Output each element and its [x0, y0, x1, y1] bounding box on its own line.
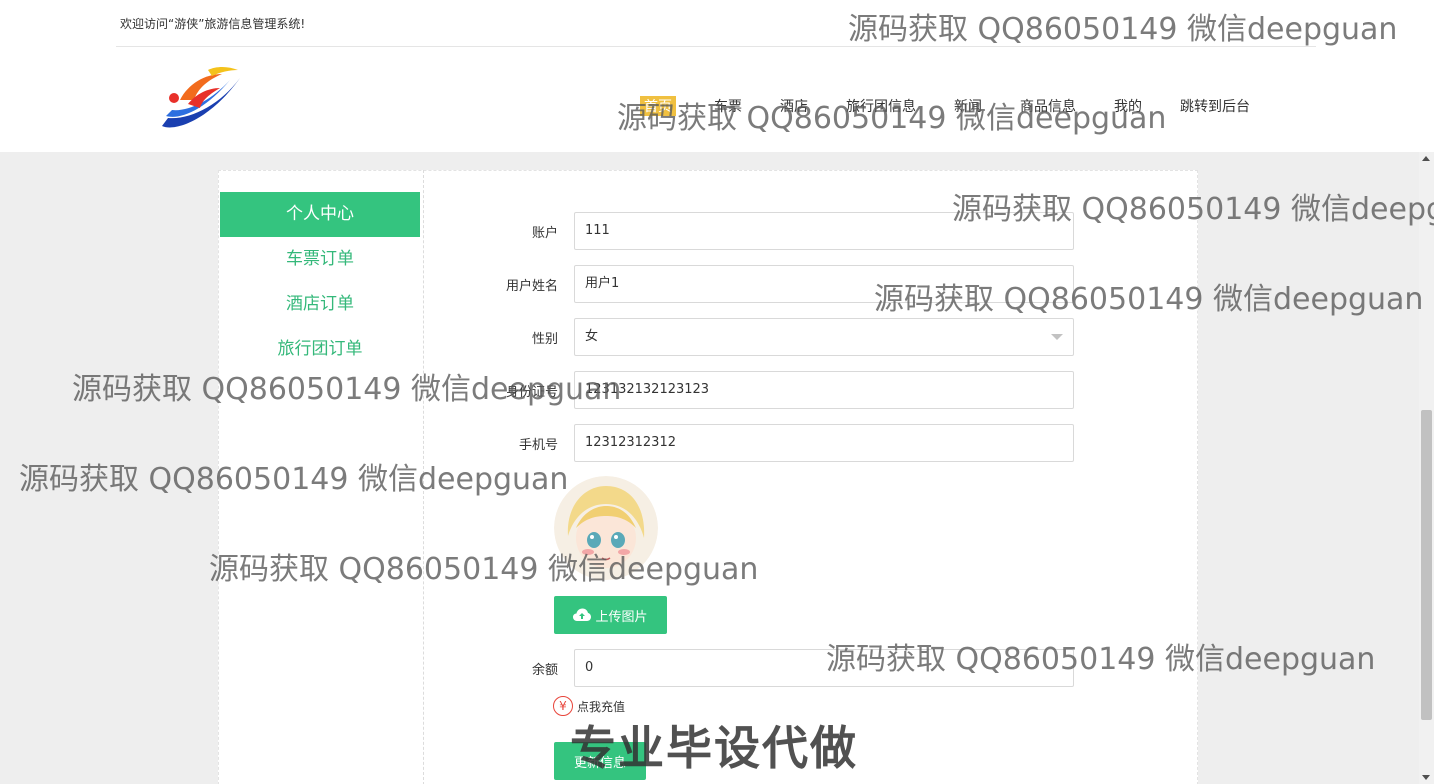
- gender-value: 女: [585, 329, 599, 344]
- nav-admin[interactable]: 跳转到后台: [1180, 96, 1250, 116]
- nav-news[interactable]: 新闻: [954, 96, 982, 116]
- idcard-input[interactable]: 123132132123123: [574, 371, 1074, 409]
- upload-image-label: 上传图片: [595, 608, 648, 624]
- welcome-text: 欢迎访问“游侠”旅游信息管理系统!: [120, 17, 306, 31]
- cloud-upload-icon: [573, 608, 592, 621]
- avatar: [554, 476, 658, 580]
- sidebar-item-ticket-orders[interactable]: 车票订单: [220, 237, 420, 282]
- account-input[interactable]: 111: [574, 212, 1074, 250]
- page-scrollbar[interactable]: [1419, 152, 1434, 784]
- idcard-label: 身份证号: [505, 385, 558, 400]
- scroll-thumb[interactable]: [1421, 410, 1432, 720]
- account-label: 账户: [531, 226, 558, 241]
- name-input[interactable]: 用户1: [574, 265, 1074, 303]
- header-divider: [116, 46, 1316, 47]
- nav-home[interactable]: 首页: [640, 96, 676, 116]
- chevron-down-icon: [1051, 334, 1063, 340]
- scroll-up-icon[interactable]: [1422, 156, 1430, 161]
- site-logo[interactable]: [150, 60, 250, 140]
- watermark-banner: 专业毕设代做: [570, 721, 858, 775]
- phone-label: 手机号: [518, 438, 558, 453]
- gender-select[interactable]: 女: [574, 318, 1074, 356]
- top-header: 欢迎访问“游侠”旅游信息管理系统! 首页 车票 酒店 旅行团信息 新闻 商品信息…: [0, 0, 1434, 152]
- nav-tickets[interactable]: 车票: [714, 96, 742, 116]
- balance-input[interactable]: 0: [574, 649, 1074, 687]
- sidebar-item-profile[interactable]: 个人中心: [220, 192, 420, 237]
- upload-image-button[interactable]: 上传图片: [554, 596, 667, 634]
- nav-hotels[interactable]: 酒店: [780, 96, 808, 116]
- sidebar-item-hotel-orders[interactable]: 酒店订单: [220, 282, 420, 327]
- balance-label: 余额: [531, 663, 558, 678]
- nav-products[interactable]: 商品信息: [1020, 96, 1076, 116]
- phone-input[interactable]: 12312312312: [574, 424, 1074, 462]
- name-label: 用户姓名: [505, 279, 558, 294]
- sidebar-item-tour-orders[interactable]: 旅行团订单: [220, 327, 420, 372]
- scroll-down-icon[interactable]: [1422, 775, 1430, 780]
- sidebar: 个人中心 车票订单 酒店订单 旅行团订单: [218, 170, 424, 784]
- main-nav: 首页 车票 酒店 旅行团信息 新闻 商品信息 我的 跳转到后台: [640, 96, 1250, 116]
- nav-mine[interactable]: 我的: [1114, 96, 1142, 116]
- gender-label: 性别: [531, 332, 558, 347]
- nav-tours[interactable]: 旅行团信息: [846, 96, 916, 116]
